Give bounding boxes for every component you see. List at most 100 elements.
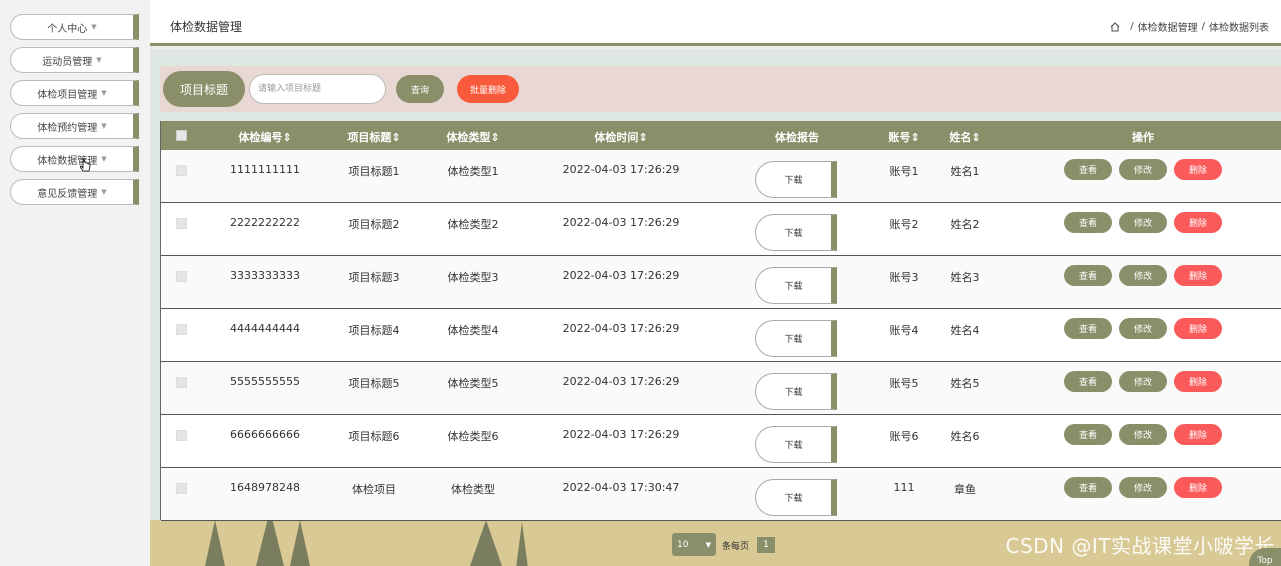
cell-exam-id: 4444444444 (230, 322, 300, 335)
cell-exam-id: 1111111111 (230, 163, 300, 176)
column-header-account[interactable]: 账号⇕ (888, 129, 919, 145)
chevron-down-icon: ▼ (101, 155, 107, 163)
edit-button[interactable]: 修改 (1119, 318, 1167, 339)
view-button[interactable]: 查看 (1064, 477, 1112, 498)
view-button[interactable]: 查看 (1064, 318, 1112, 339)
data-table: 体检编号⇕ 项目标题⇕ 体检类型⇕ 体检时间⇕ 体检报告 账号⇕ 姓名⇕ 操作 … (160, 121, 1281, 521)
row-checkbox[interactable] (176, 324, 187, 335)
page-number-button[interactable]: 1 (757, 537, 775, 553)
table-row: 6666666666 项目标题6 体检类型6 2022-04-03 17:26:… (161, 415, 1281, 468)
row-checkbox[interactable] (176, 377, 187, 388)
download-button[interactable]: 下载 (755, 479, 837, 516)
sidebar-item-feedback-management[interactable]: 意见反馈管理 ▼ (10, 179, 139, 205)
top-header: 体检数据管理 / 体检数据管理 / 体检数据列表 (150, 0, 1281, 46)
cell-exam-time: 2022-04-03 17:26:29 (562, 375, 680, 388)
sidebar-item-personal-center[interactable]: 个人中心 ▼ (10, 14, 139, 40)
cell-exam-id: 6666666666 (230, 428, 300, 441)
cell-exam-time: 2022-04-03 17:26:29 (562, 428, 680, 441)
cell-project-title: 项目标题2 (348, 218, 400, 231)
query-button[interactable]: 查询 (396, 75, 444, 103)
row-checkbox[interactable] (176, 271, 187, 282)
view-button[interactable]: 查看 (1064, 424, 1112, 445)
row-checkbox[interactable] (176, 430, 187, 441)
cell-exam-type: 体检类型2 (447, 218, 499, 231)
row-checkbox[interactable] (176, 483, 187, 494)
batch-delete-button[interactable]: 批量删除 (457, 75, 519, 103)
cell-account: 111 (893, 481, 915, 494)
cell-account: 账号3 (889, 271, 919, 284)
page-size-select[interactable]: 10 ▼ (672, 533, 716, 556)
view-button[interactable]: 查看 (1064, 265, 1112, 286)
cell-project-title: 体检项目 (352, 483, 396, 496)
delete-button[interactable]: 删除 (1174, 371, 1222, 392)
page-title: 体检数据管理 (170, 20, 243, 34)
home-icon[interactable] (1110, 21, 1120, 32)
row-checkbox[interactable] (176, 165, 187, 176)
sort-icon: ⇕ (971, 131, 981, 144)
download-button[interactable]: 下载 (755, 214, 837, 251)
cell-project-title: 项目标题4 (348, 324, 400, 337)
cell-exam-id: 3333333333 (230, 269, 300, 282)
breadcrumb-item[interactable]: 体检数据管理 (1138, 19, 1198, 34)
cell-name: 姓名1 (950, 165, 980, 178)
sidebar: 个人中心 ▼ 运动员管理 ▼ 体检项目管理 ▼ 体检预约管理 ▼ 体检数据管理 ▼ 意见反… (0, 0, 150, 566)
edit-button[interactable]: 修改 (1119, 159, 1167, 180)
chevron-down-icon: ▼ (101, 122, 107, 130)
cell-exam-type: 体检类型 (451, 483, 495, 496)
delete-button[interactable]: 删除 (1174, 424, 1222, 445)
cell-name: 姓名3 (950, 271, 980, 284)
view-button[interactable]: 查看 (1064, 212, 1112, 233)
delete-button[interactable]: 删除 (1174, 265, 1222, 286)
delete-button[interactable]: 删除 (1174, 477, 1222, 498)
cell-project-title: 项目标题5 (348, 377, 400, 390)
breadcrumb: / 体检数据管理 / 体检数据列表 (1110, 19, 1269, 34)
column-header-project-title[interactable]: 项目标题⇕ (347, 129, 400, 145)
cell-project-title: 项目标题6 (348, 430, 400, 443)
cell-project-title: 项目标题1 (348, 165, 400, 178)
column-header-exam-id[interactable]: 体检编号⇕ (238, 129, 291, 145)
sidebar-item-exam-project-management[interactable]: 体检项目管理 ▼ (10, 80, 139, 106)
sidebar-item-exam-data-management[interactable]: 体检数据管理 ▼ (10, 146, 139, 172)
download-button[interactable]: 下载 (755, 373, 837, 410)
table-row: 3333333333 项目标题3 体检类型3 2022-04-03 17:26:… (161, 256, 1281, 309)
table-row: 1648978248 体检项目 体检类型 2022-04-03 17:30:47… (161, 468, 1281, 521)
back-to-top-button[interactable]: Top (1249, 548, 1281, 566)
table-row: 2222222222 项目标题2 体检类型2 2022-04-03 17:26:… (161, 203, 1281, 256)
cell-account: 账号2 (889, 218, 919, 231)
search-input[interactable] (249, 74, 386, 104)
delete-button[interactable]: 删除 (1174, 318, 1222, 339)
download-button[interactable]: 下载 (755, 267, 837, 304)
cell-exam-time: 2022-04-03 17:26:29 (562, 163, 680, 176)
edit-button[interactable]: 修改 (1119, 477, 1167, 498)
download-button[interactable]: 下载 (755, 320, 837, 357)
column-header-actions: 操作 (1132, 131, 1154, 144)
edit-button[interactable]: 修改 (1119, 424, 1167, 445)
sort-icon: ⇕ (282, 131, 292, 144)
select-all-checkbox[interactable] (176, 130, 187, 141)
sidebar-item-athlete-management[interactable]: 运动员管理 ▼ (10, 47, 139, 73)
cell-exam-time: 2022-04-03 17:30:47 (562, 481, 680, 494)
view-button[interactable]: 查看 (1064, 371, 1112, 392)
breadcrumb-separator: / (1201, 21, 1205, 32)
cell-exam-type: 体检类型6 (447, 430, 499, 443)
cell-account: 账号4 (889, 324, 919, 337)
cell-exam-id: 1648978248 (230, 481, 300, 494)
column-header-name[interactable]: 姓名⇕ (949, 129, 980, 145)
sidebar-item-exam-appointment-management[interactable]: 体检预约管理 ▼ (10, 113, 139, 139)
edit-button[interactable]: 修改 (1119, 265, 1167, 286)
row-checkbox[interactable] (176, 218, 187, 229)
column-header-exam-type[interactable]: 体检类型⇕ (446, 129, 499, 145)
delete-button[interactable]: 删除 (1174, 159, 1222, 180)
download-button[interactable]: 下载 (755, 426, 837, 463)
download-button[interactable]: 下载 (755, 161, 837, 198)
column-header-exam-time[interactable]: 体检时间⇕ (594, 129, 647, 145)
view-button[interactable]: 查看 (1064, 159, 1112, 180)
edit-button[interactable]: 修改 (1119, 371, 1167, 392)
watermark: CSDN @IT实战课堂小啵学长 (1005, 534, 1275, 558)
chevron-down-icon: ▼ (91, 23, 97, 31)
cell-exam-type: 体检类型5 (447, 377, 499, 390)
delete-button[interactable]: 删除 (1174, 212, 1222, 233)
sidebar-item-label: 体检预约管理 (37, 122, 98, 134)
edit-button[interactable]: 修改 (1119, 212, 1167, 233)
per-page-label: 条每页 (722, 542, 750, 552)
